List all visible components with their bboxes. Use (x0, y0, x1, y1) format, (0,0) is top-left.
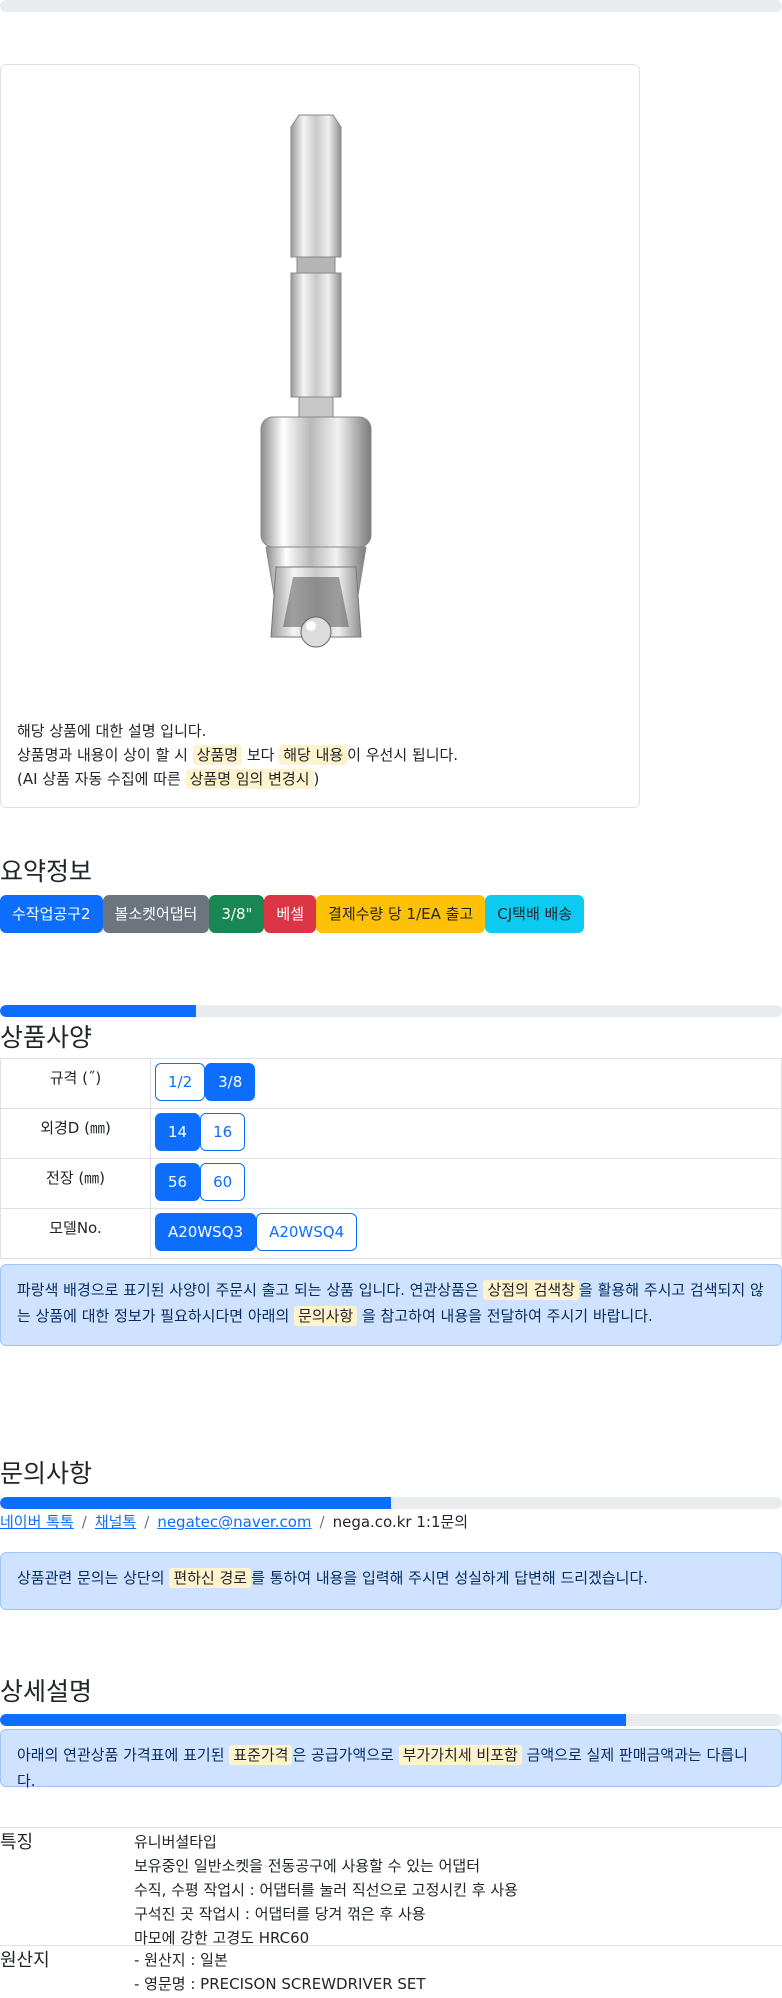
spec-label: 규격 (˝) (0, 1058, 151, 1109)
notice-text: 를 통하여 내용을 입력해 주시면 성실하게 답변해 드리겠습니다. (251, 1569, 649, 1587)
product-description: 해당 상품에 대한 설명 입니다. 상품명과 내용이 상이 할 시 상품명 보다… (17, 719, 458, 791)
spec-options: 56 60 (150, 1158, 782, 1209)
badge-size: 3/8" (209, 895, 265, 933)
highlight: 문의사항 (294, 1306, 358, 1326)
hex-shank-socket-adapter-image (260, 114, 372, 648)
product-card: 해당 상품에 대한 설명 입니다. 상품명과 내용이 상이 할 시 상품명 보다… (0, 64, 640, 808)
spec-option-selected[interactable]: A20WSQ3 (155, 1213, 257, 1251)
origin-item: - 원산지 : 일본 (134, 1951, 228, 1969)
spec-option-selected[interactable]: 3/8 (205, 1063, 256, 1101)
description-text: 이 우선시 됩니다. (347, 746, 459, 764)
spec-label: 외경D (㎜) (0, 1108, 151, 1159)
spec-option[interactable]: A20WSQ4 (256, 1213, 358, 1251)
contact-links: 네이버 톡톡 / 채널톡 / negatec@naver.com / nega.co.kr … (0, 1511, 468, 1532)
spec-row: 모델No. A20WSQ3 A20WSQ4 (0, 1208, 782, 1259)
channel-talk-link[interactable]: 채널톡 (95, 1513, 136, 1531)
details-title: 상세설명 (0, 1677, 93, 1706)
separator: / (81, 1513, 87, 1531)
origin-label: 원산지 (0, 1950, 50, 1971)
spec-option-selected[interactable]: 56 (155, 1163, 201, 1201)
highlight: 상품명 (192, 745, 243, 765)
details-progress-bar (0, 1714, 782, 1726)
notice-text: 상품관련 문의는 상단의 (17, 1569, 170, 1587)
highlight: 상품명 임의 변경시 (185, 769, 314, 789)
spec-label: 전장 (㎜) (0, 1158, 151, 1209)
description-line: 해당 상품에 대한 설명 입니다. (17, 722, 207, 740)
badge-quantity: 결제수량 당 1/EA 출고 (316, 895, 486, 933)
features-row: 특징 유니버셜타입 보유중인 일반소켓을 전동공구에 사용할 수 있는 어댑터 … (0, 1827, 782, 1947)
notice-text: 은 공급가액으로 (292, 1746, 399, 1764)
details-progress-fill (0, 1714, 626, 1726)
inquiry-notice: 상품관련 문의는 상단의 편하신 경로 를 통하여 내용을 입력해 주시면 성실하… (0, 1552, 782, 1610)
summary-badges: 수작업공구2 볼소켓어댑터 3/8" 베셀 결제수량 당 1/EA 출고 CJ택… (0, 895, 585, 933)
highlight: 편하신 경로 (169, 1568, 252, 1588)
spec-progress-bar (0, 1005, 782, 1017)
spec-options: A20WSQ3 A20WSQ4 (150, 1208, 782, 1259)
description-line: 상품명과 내용이 상이 할 시 상품명 보다 해당 내용 이 우선시 됩니다. (17, 743, 458, 767)
site-inquiry-text: nega.co.kr 1:1문의 (332, 1513, 469, 1531)
spec-option[interactable]: 16 (200, 1113, 246, 1151)
highlight: 해당 내용 (279, 745, 348, 765)
spec-option[interactable]: 1/2 (155, 1063, 206, 1101)
features-list: 유니버셜타입 보유중인 일반소켓을 전동공구에 사용할 수 있는 어댑터 수직,… (134, 1830, 518, 1950)
naver-talk-link[interactable]: 네이버 톡톡 (0, 1513, 74, 1531)
spec-option-selected[interactable]: 14 (155, 1113, 201, 1151)
spec-options: 1/2 3/8 (150, 1058, 782, 1109)
inquiry-progress-bar (0, 1497, 782, 1509)
highlight: 상점의 검색창 (483, 1280, 580, 1300)
spec-progress-fill (0, 1005, 196, 1017)
badge-shipping: CJ택배 배송 (485, 895, 585, 933)
badge-brand: 베셀 (264, 895, 317, 933)
separator: / (144, 1513, 150, 1531)
notice-text: 아래의 연관상품 가격표에 표기된 (17, 1746, 230, 1764)
top-progress-bar (0, 0, 782, 12)
price-notice: 아래의 연관상품 가격표에 표기된 표준가격 은 공급가액으로 부가가치세 비포함… (0, 1729, 782, 1790)
highlight: 부가가치세 비포함 (398, 1745, 522, 1765)
description-text: ) (313, 770, 320, 788)
spec-option[interactable]: 60 (200, 1163, 246, 1201)
highlight: 표준가격 (229, 1745, 293, 1765)
feature-item: 수직, 수평 작업시 : 어댑터를 눌러 직선으로 고정시킨 후 사용 (134, 1881, 518, 1899)
features-label: 특징 (0, 1832, 34, 1853)
badge-category: 수작업공구2 (0, 895, 103, 933)
spec-row: 전장 (㎜) 56 60 (0, 1158, 782, 1209)
description-text: (AI 상품 자동 수집에 따른 (17, 770, 186, 788)
inquiry-title: 문의사항 (0, 1459, 93, 1488)
origin-item: - 영문명 : PRECISON SCREWDRIVER SET (134, 1975, 426, 1993)
notice-text: 파랑색 배경으로 표기된 사양이 주문시 출고 되는 상품 입니다. 연관상품은 (17, 1281, 484, 1299)
email-link[interactable]: negatec@naver.com (157, 1513, 311, 1531)
separator: / (319, 1513, 325, 1531)
spec-notice: 파랑색 배경으로 표기된 사양이 주문시 출고 되는 상품 입니다. 연관상품은… (0, 1264, 782, 1346)
spec-row: 규격 (˝) 1/2 3/8 (0, 1058, 782, 1109)
spec-title: 상품사양 (0, 1023, 93, 1052)
feature-item: 유니버셜타입 (134, 1833, 217, 1851)
description-text: 보다 (242, 746, 280, 764)
description-text: 상품명과 내용이 상이 할 시 (17, 746, 193, 764)
inquiry-progress-fill (0, 1497, 391, 1509)
spec-options: 14 16 (150, 1108, 782, 1159)
description-line: (AI 상품 자동 수집에 따른 상품명 임의 변경시) (17, 767, 458, 791)
summary-title: 요약정보 (0, 857, 93, 886)
origin-row: 원산지 - 원산지 : 일본 - 영문명 : PRECISON SCREWDRI… (0, 1945, 782, 1998)
feature-item: 보유중인 일반소켓을 전동공구에 사용할 수 있는 어댑터 (134, 1857, 481, 1875)
notice-text: 을 참고하여 내용을 전달하여 주시기 바랍니다. (357, 1307, 653, 1325)
spec-table: 규격 (˝) 1/2 3/8 외경D (㎜) 14 16 전장 (㎜) 56 60 모… (0, 1058, 782, 1259)
feature-item: 구석진 곳 작업시 : 어댑터를 당겨 꺾은 후 사용 (134, 1905, 426, 1923)
badge-type: 볼소켓어댑터 (102, 895, 210, 933)
origin-list: - 원산지 : 일본 - 영문명 : PRECISON SCREWDRIVER … (134, 1948, 426, 1996)
spec-row: 외경D (㎜) 14 16 (0, 1108, 782, 1159)
spec-label: 모델No. (0, 1208, 151, 1259)
